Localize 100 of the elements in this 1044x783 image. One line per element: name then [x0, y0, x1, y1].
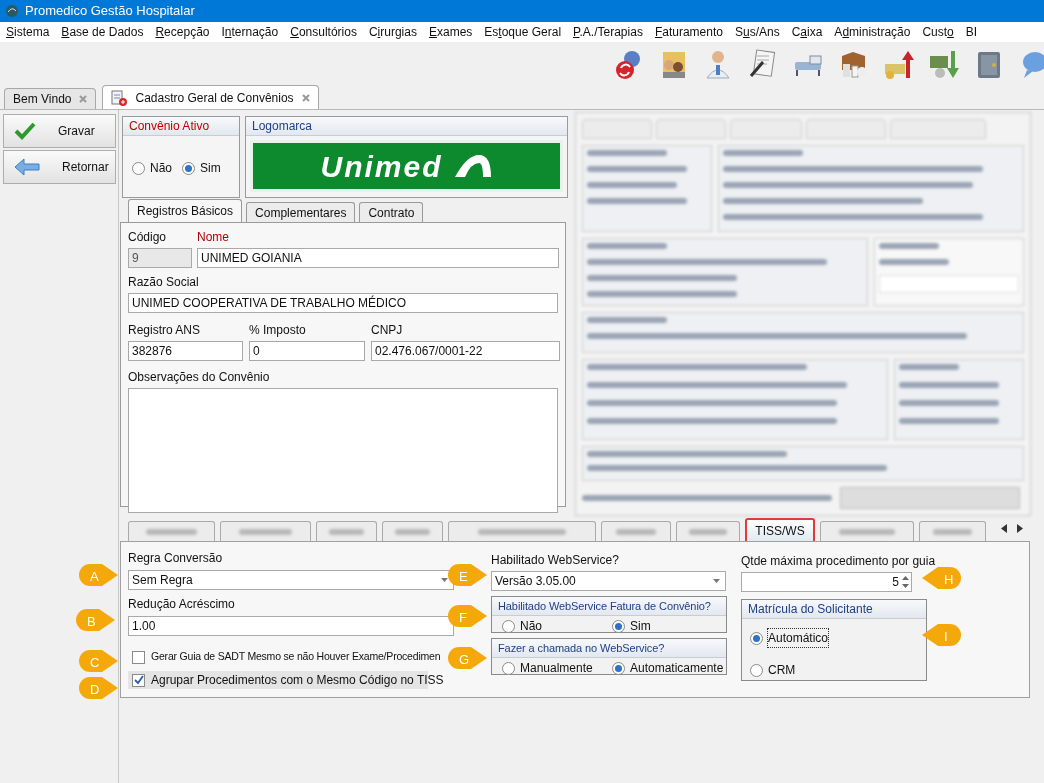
menu-item[interactable]: Administração [834, 23, 911, 41]
callout-marker: C [78, 649, 118, 673]
dropdown[interactable]: Versão 3.05.00 [491, 571, 726, 591]
tab[interactable] [820, 521, 914, 541]
tab[interactable]: Contrato [359, 202, 424, 222]
radio-button[interactable] [132, 161, 145, 175]
menu-item[interactable]: Faturamento [654, 23, 723, 41]
field-label: Código [128, 229, 168, 246]
app-logo-icon [5, 4, 19, 18]
tab[interactable]: Complementares [246, 202, 356, 222]
close-icon[interactable] [301, 93, 310, 102]
radio-button[interactable] [502, 619, 515, 633]
group-title: Logomarca [246, 117, 567, 136]
group-title: Fazer a chamada no WebService? [492, 639, 726, 658]
checkbox[interactable] [132, 673, 145, 687]
tab[interactable] [448, 521, 596, 541]
close-icon[interactable] [79, 95, 88, 103]
field-label: Observações do Convênio [128, 369, 271, 386]
menu-item[interactable]: Custo [922, 23, 954, 41]
back-button[interactable]: Retornar [3, 150, 116, 184]
tab[interactable] [601, 521, 671, 541]
callout-marker: E [447, 563, 487, 587]
dropdown-arrow-icon [441, 578, 448, 582]
menu-item[interactable]: Cirurgias [368, 23, 417, 41]
radio-button[interactable] [612, 619, 625, 633]
field-label: Razão Social [128, 274, 200, 291]
menu-item[interactable]: P.A./Terapias [573, 23, 643, 41]
tab[interactable] [316, 521, 377, 541]
field-label: CNPJ [371, 322, 404, 339]
tab[interactable]: Registros Básicos [128, 199, 243, 222]
logo-symbol-icon [452, 153, 493, 179]
checkbox[interactable] [132, 650, 145, 664]
checkmark-icon [14, 122, 36, 140]
callout-marker: A [78, 563, 118, 587]
logo: Unimed [250, 140, 563, 192]
document-icon [111, 89, 128, 106]
menu-item[interactable]: Recepção [155, 23, 210, 41]
dropdown-arrow-icon [713, 579, 720, 583]
text-field[interactable]: UNIMED GOIANIA [197, 248, 559, 268]
tab[interactable]: TISS/WS [745, 518, 815, 541]
field-label: % Imposto [249, 322, 307, 339]
tab[interactable] [919, 521, 986, 541]
left-arrow-icon [14, 158, 40, 176]
menu-item[interactable]: Sus/Ans [734, 23, 780, 41]
menu-item[interactable]: Caixa [791, 23, 823, 41]
field-label: Habilitado WebService? [491, 552, 620, 569]
group-title: Matrícula do Solicitante [742, 600, 926, 619]
text-field[interactable]: 02.476.067/0001-22 [371, 341, 560, 361]
radio-button[interactable] [182, 161, 195, 175]
menu-item[interactable]: BI [965, 23, 978, 41]
radio-label: Sim [200, 160, 221, 177]
text-field[interactable]: 382876 [128, 341, 243, 361]
tab[interactable] [128, 521, 215, 541]
dropdown[interactable]: Sem Regra [128, 570, 454, 590]
radio-label: CRM [768, 662, 796, 679]
menu-item[interactable]: Base de Dados [61, 23, 144, 41]
callout-marker: D [78, 676, 118, 700]
number-spinner[interactable]: 5 [741, 572, 912, 592]
radio-button[interactable] [750, 663, 763, 677]
text-field[interactable]: 1.00 [128, 616, 454, 636]
callout-marker: I [922, 623, 962, 647]
checkbox-label: Gerar Guia de SADT Mesmo se não Houver Exame/Procedimen [151, 649, 441, 665]
tab[interactable] [676, 521, 740, 541]
radio-label: Não [150, 160, 172, 177]
radio-button[interactable] [750, 631, 763, 645]
radio-label: Não [520, 618, 542, 635]
callout-marker: F [447, 604, 487, 628]
callout-marker: G [447, 646, 487, 670]
radio-label: Automático [768, 629, 829, 647]
checkbox-label: Agrupar Procedimentos com o Mesmo Código no TISS [151, 672, 444, 689]
menu-item[interactable]: Internação [221, 23, 279, 41]
group-title: Convênio Ativo [123, 117, 239, 136]
field-label: Regra Conversão [128, 550, 224, 567]
radio-button[interactable] [612, 661, 625, 675]
menu-item[interactable]: Exames [428, 23, 473, 41]
text-field[interactable]: UNIMED COOPERATIVA DE TRABALHO MÉDICO [128, 293, 558, 313]
menu-item[interactable]: Sistema [6, 23, 50, 41]
callout-marker: H [922, 566, 962, 590]
radio-label: Manualmente [520, 660, 593, 677]
group-title: Habilitado WebService Fatura de Convênio? [492, 597, 726, 616]
save-button[interactable]: Gravar [3, 114, 116, 148]
field-label: Redução Acréscimo [128, 596, 236, 613]
document-tab[interactable]: Bem Vindo [4, 88, 97, 109]
field-label: Registro ANS [128, 322, 202, 339]
radio-button[interactable] [502, 661, 515, 675]
text-field[interactable]: 0 [249, 341, 365, 361]
scroll-right-icon[interactable] [1017, 524, 1023, 533]
callout-marker: B [75, 608, 115, 632]
menu-item[interactable]: Estoque Geral [484, 23, 562, 41]
document-tab[interactable]: Cadastro Geral de Convênios [102, 85, 319, 109]
field-label: Nome [197, 229, 230, 246]
scroll-left-icon[interactable] [1001, 524, 1007, 533]
menu-item[interactable]: Consultórios [290, 23, 357, 41]
text-area[interactable] [128, 388, 558, 513]
tab[interactable] [382, 521, 443, 541]
spinner-arrows-icon[interactable] [902, 575, 909, 589]
window-title: Promedico Gestão Hospitalar [25, 2, 195, 21]
tab[interactable] [220, 521, 311, 541]
radio-label: Sim [630, 618, 651, 635]
radio-label: Automaticamente [630, 660, 724, 677]
